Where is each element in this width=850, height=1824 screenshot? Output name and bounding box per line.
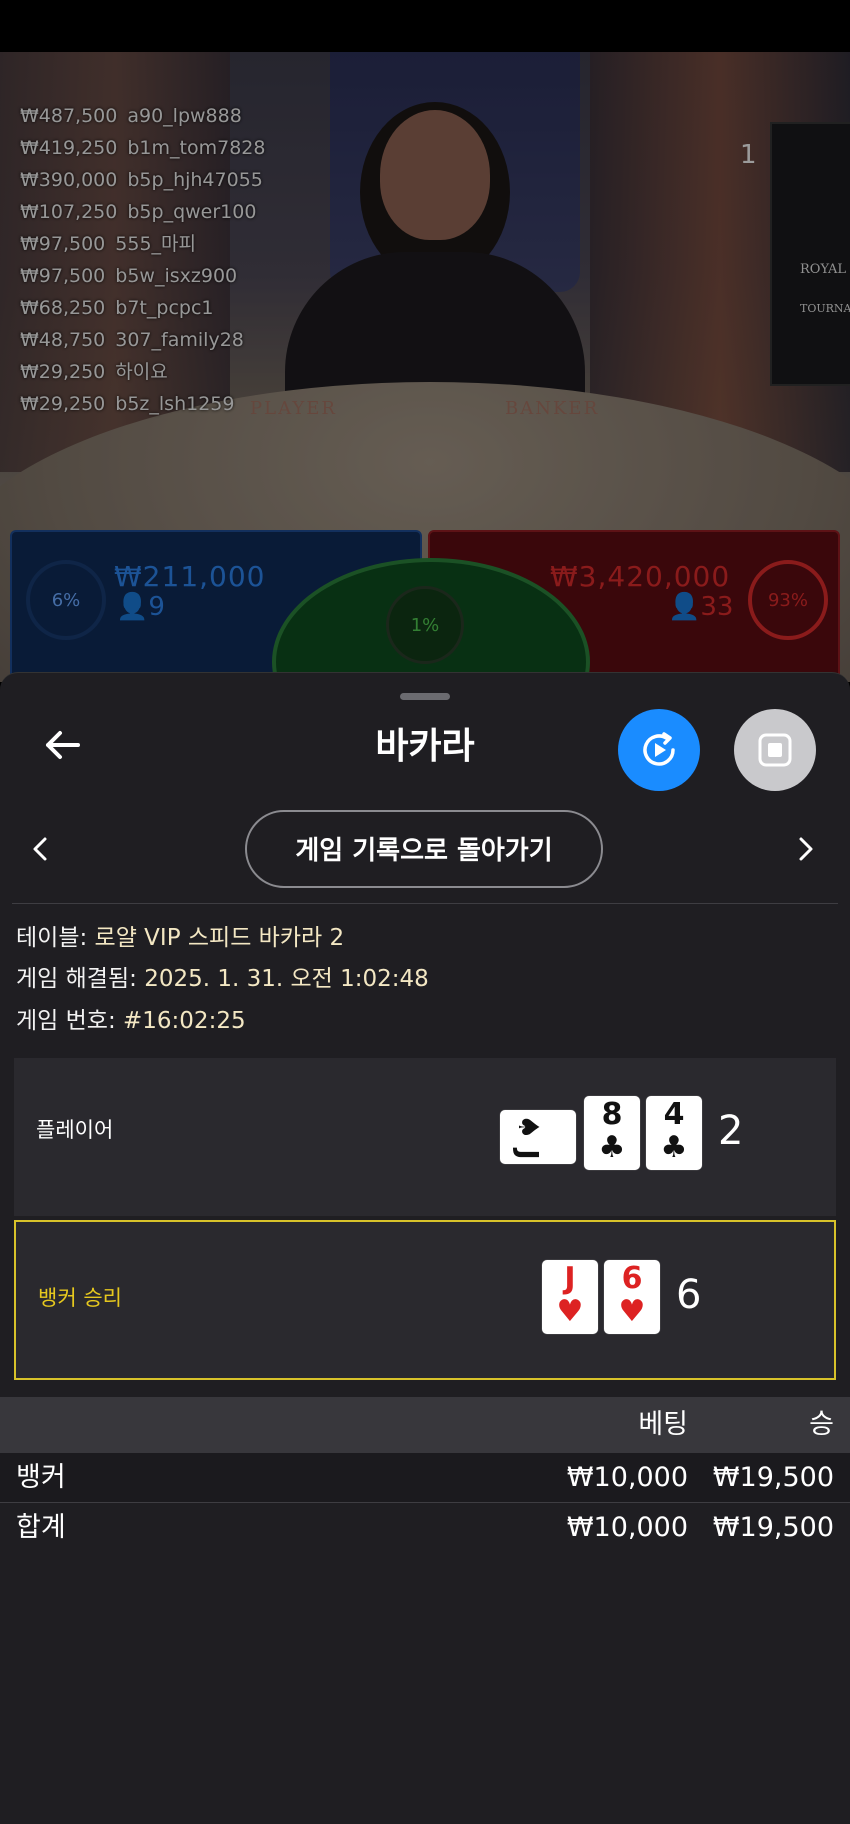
sheet-drag-handle[interactable]	[400, 693, 450, 700]
banker-result-row: 뱅커 승리 J ♥ 6 ♥ 6	[14, 1220, 836, 1380]
back-button[interactable]	[40, 725, 84, 769]
next-game-button[interactable]	[796, 833, 816, 873]
card-suit: ♣	[660, 1130, 688, 1165]
bet-type: 뱅커	[16, 1462, 66, 1493]
video-dim-overlay	[0, 52, 850, 682]
card-rank: 6	[621, 1261, 643, 1296]
player-score: 2	[718, 1108, 744, 1154]
replay-button[interactable]	[618, 709, 700, 791]
previous-game-button[interactable]	[30, 833, 50, 873]
game-number-info: 게임 번호: #16:02:25	[16, 1008, 246, 1034]
total-win-amount: ₩19,500	[712, 1512, 834, 1543]
playing-card: ♠ J	[500, 1110, 576, 1164]
total-label: 합계	[16, 1512, 66, 1543]
replay-icon	[643, 732, 675, 766]
chevron-left-icon	[33, 837, 47, 861]
playing-card: 8 ♣	[584, 1096, 640, 1170]
player-result-row: 플레이어 ♠ J 8 ♣ 4 ♣ 2	[14, 1058, 836, 1216]
card-suit: ♣	[598, 1130, 626, 1165]
banker-win-label: 뱅커 승리	[38, 1286, 122, 1310]
resolved-info: 게임 해결됨: 2025. 1. 31. 오전 1:02:48	[16, 966, 429, 992]
table-row-total: 합계 ₩10,000 ₩19,500	[0, 1503, 850, 1552]
win-amount: ₩19,500	[712, 1462, 834, 1493]
playing-card: J ♥	[542, 1260, 598, 1334]
card-suit: ♥	[618, 1294, 646, 1329]
status-bar	[0, 0, 850, 52]
arrow-left-icon	[46, 731, 80, 759]
table-row: 뱅커 ₩10,000 ₩19,500	[0, 1453, 850, 1502]
divider	[12, 903, 838, 904]
card-rank: J	[564, 1261, 576, 1296]
card-rank: 4	[663, 1097, 685, 1132]
player-label: 플레이어	[36, 1118, 114, 1142]
card-suit: ♥	[556, 1294, 584, 1329]
bets-table-header: 베팅 승	[0, 1397, 850, 1453]
back-to-history-button[interactable]: 게임 기록으로 돌아가기	[245, 810, 603, 888]
page-title: 바카라	[375, 726, 475, 767]
banker-score: 6	[676, 1272, 702, 1318]
card-rank: 8	[601, 1097, 623, 1132]
chevron-right-icon	[799, 837, 813, 861]
card-rank: ♠ J	[512, 1114, 545, 1160]
total-bet-amount: ₩10,000	[566, 1512, 688, 1543]
bet-column-header: 베팅	[638, 1409, 688, 1440]
playing-card: 4 ♣	[646, 1096, 702, 1170]
game-history-sheet: 바카라 게임 기록으로 돌아가기 테이블: 로얄 VIP 스피드 바카라 2 게…	[0, 672, 850, 1824]
stop-icon	[758, 733, 792, 767]
stop-button[interactable]	[734, 709, 816, 791]
bet-amount: ₩10,000	[566, 1462, 688, 1493]
playing-card: 6 ♥	[604, 1260, 660, 1334]
table-info: 테이블: 로얄 VIP 스피드 바카라 2	[16, 925, 345, 951]
win-column-header: 승	[809, 1409, 834, 1440]
